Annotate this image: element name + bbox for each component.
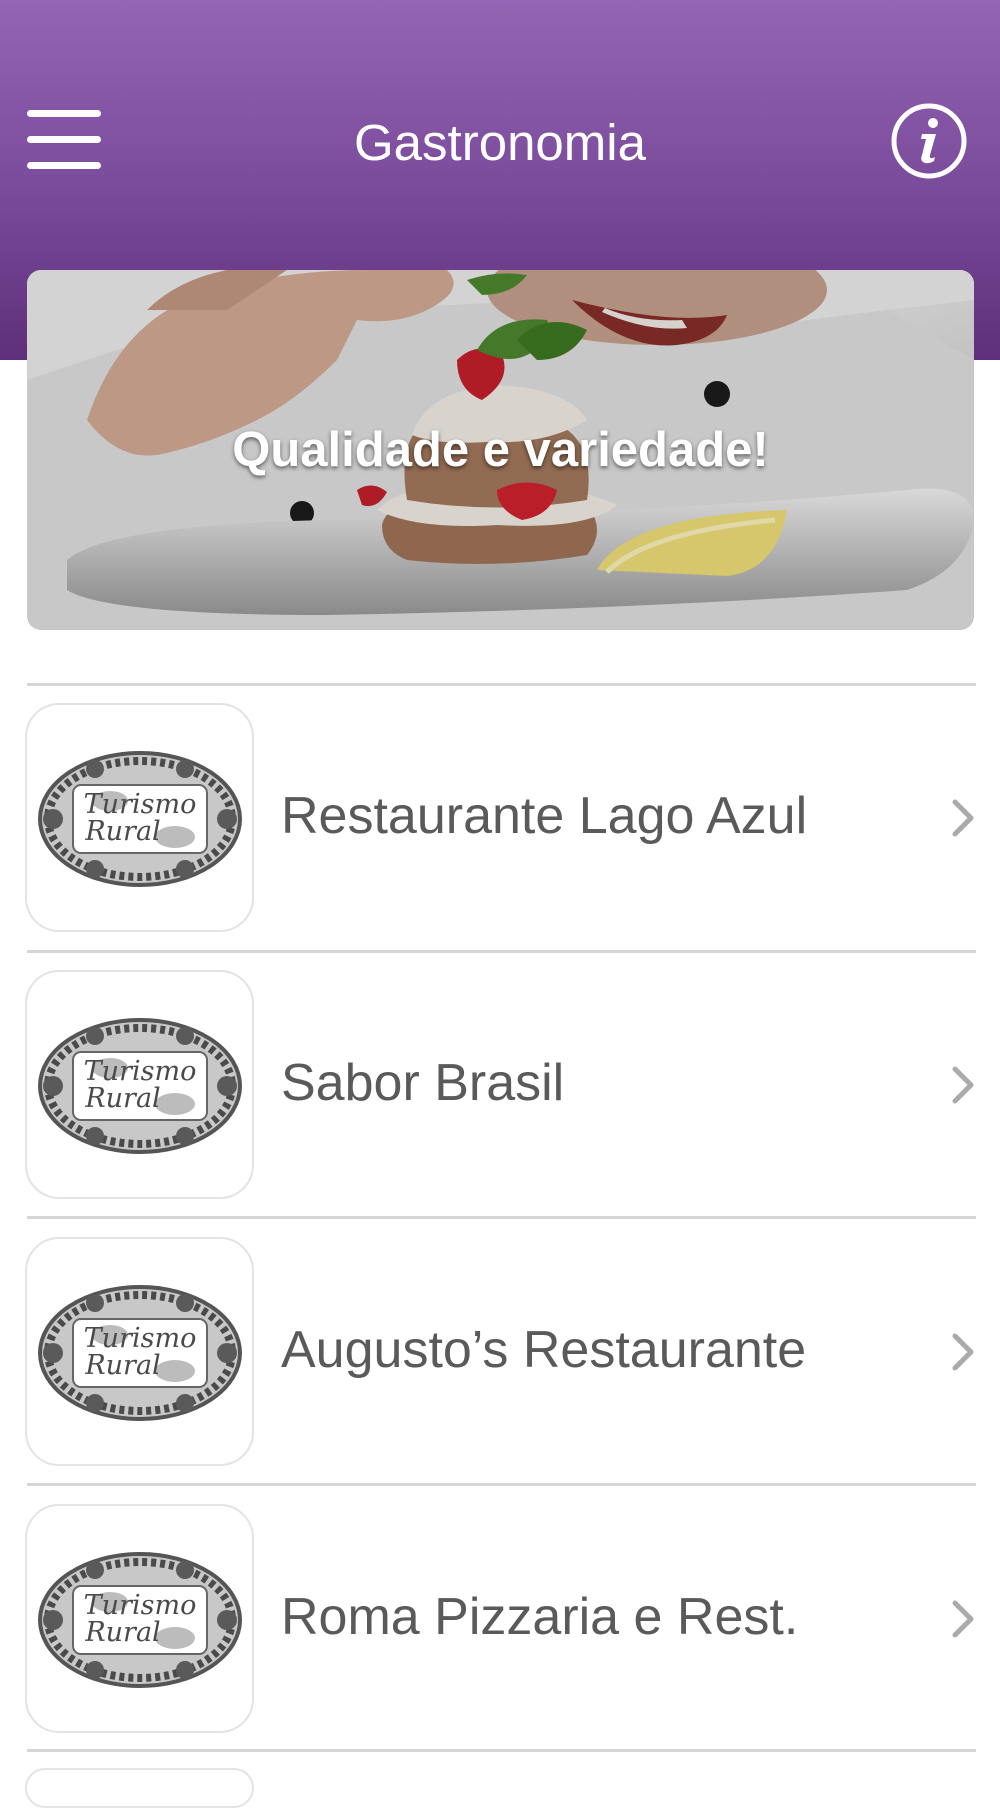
banner-caption: Qualidade e variedade!: [232, 423, 769, 477]
list-divider: [27, 1483, 976, 1486]
restaurant-logo: Turismo Rural: [25, 1237, 254, 1466]
info-button[interactable]: [891, 103, 967, 179]
list-divider: [27, 1216, 976, 1219]
turismo-rural-logo: Turismo Rural: [38, 1285, 242, 1421]
turismo-rural-logo: Turismo Rural: [38, 1552, 242, 1688]
chevron-right-icon: [952, 799, 974, 837]
svg-text:Rural: Rural: [84, 1083, 160, 1114]
turismo-rural-logo: Turismo Rural: [38, 751, 242, 887]
list-divider: [27, 1749, 976, 1752]
svg-text:Rural: Rural: [84, 816, 160, 847]
info-icon: [891, 103, 967, 179]
list-item-partial[interactable]: [25, 1768, 254, 1808]
restaurant-name: Augusto’s Restaurante: [281, 1321, 807, 1379]
restaurant-name: Restaurante Lago Azul: [281, 787, 808, 845]
restaurant-logo: Turismo Rural: [25, 703, 254, 932]
svg-text:Rural: Rural: [84, 1617, 160, 1648]
hero-banner: Qualidade e variedade!: [27, 270, 974, 630]
restaurant-name: Sabor Brasil: [281, 1054, 565, 1112]
chevron-right-icon: [952, 1333, 974, 1371]
chevron-right-icon: [952, 1600, 974, 1638]
chevron-right-icon: [952, 1066, 974, 1104]
hamburger-menu-icon: [27, 110, 101, 117]
restaurant-logo: Turismo Rural: [25, 1504, 254, 1733]
list-item[interactable]: Turismo Rural Augusto’s Restaurante: [24, 1235, 976, 1469]
svg-text:Rural: Rural: [84, 1350, 160, 1381]
list-divider: [27, 950, 976, 953]
turismo-rural-logo: Turismo Rural: [38, 1018, 242, 1154]
list-item[interactable]: Turismo Rural Roma Pizzaria e Rest.: [24, 1502, 976, 1736]
list-item[interactable]: Turismo Rural Restaurante Lago Azul: [24, 701, 976, 935]
list-item[interactable]: Turismo Rural Sabor Brasil: [24, 968, 976, 1202]
restaurant-name: Roma Pizzaria e Rest.: [281, 1588, 799, 1646]
restaurant-logo: Turismo Rural: [25, 970, 254, 1199]
page-title: Gastronomia: [354, 114, 646, 171]
menu-button[interactable]: [22, 104, 106, 174]
list-divider: [27, 683, 976, 686]
